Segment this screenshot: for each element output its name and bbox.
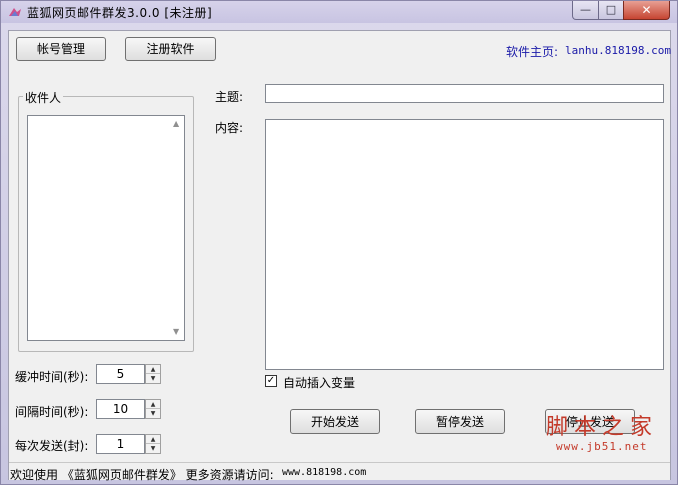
pause-send-button[interactable]: 暂停发送: [415, 409, 505, 434]
recipient-list-scrollbar[interactable]: ▲ ▼: [169, 116, 184, 340]
homepage-link[interactable]: lanhu.818198.com: [565, 44, 671, 57]
scroll-down-icon[interactable]: ▼: [173, 327, 179, 336]
maximize-button[interactable]: □: [598, 1, 624, 20]
interval-time-label: 间隔时间(秒):: [15, 405, 89, 419]
window-title: 蓝狐网页邮件群发3.0.0 [未注册]: [27, 6, 213, 20]
chevron-down-icon[interactable]: ▼: [146, 409, 160, 418]
per-send-label: 每次发送(封):: [15, 439, 89, 453]
chevron-down-icon[interactable]: ▼: [146, 374, 160, 383]
recipient-list[interactable]: ▲ ▼: [27, 115, 185, 341]
buffer-time-stepper[interactable]: 5 ▲ ▼: [96, 364, 161, 384]
chevron-up-icon[interactable]: ▲: [146, 365, 160, 374]
interval-time-value[interactable]: 10: [96, 399, 145, 419]
app-icon: [9, 8, 21, 16]
chevron-down-icon[interactable]: ▼: [146, 444, 160, 453]
per-send-stepper[interactable]: 1 ▲ ▼: [96, 434, 161, 454]
checkmark-icon[interactable]: ✓: [265, 375, 277, 387]
buffer-time-label: 缓冲时间(秒):: [15, 370, 89, 384]
status-text: 欢迎使用 《蓝狐网页邮件群发》 更多资源请访问:: [10, 468, 274, 482]
content-textarea[interactable]: [265, 119, 664, 370]
chevron-up-icon[interactable]: ▲: [146, 400, 160, 409]
watermark-text: 脚本之家: [546, 415, 659, 440]
status-bar: 欢迎使用 《蓝狐网页邮件群发》 更多资源请访问: www.818198.com: [9, 462, 670, 482]
register-software-button[interactable]: 注册软件: [125, 37, 216, 61]
per-send-value[interactable]: 1: [96, 434, 145, 454]
scroll-up-icon[interactable]: ▲: [173, 119, 179, 128]
homepage-label: 软件主页:: [506, 45, 559, 59]
recipients-label: 收件人: [23, 89, 64, 106]
chevron-up-icon[interactable]: ▲: [146, 435, 160, 444]
interval-time-stepper[interactable]: 10 ▲ ▼: [96, 399, 161, 419]
watermark-url: www.jb51.net: [556, 440, 648, 453]
title-bar[interactable]: 蓝狐网页邮件群发3.0.0 [未注册] — □ ✕: [1, 1, 677, 23]
subject-input[interactable]: [265, 84, 664, 103]
content-label: 内容:: [215, 121, 244, 135]
auto-insert-variable-label: 自动插入变量: [283, 376, 356, 390]
account-management-button[interactable]: 帐号管理: [16, 37, 106, 61]
minimize-button[interactable]: —: [572, 1, 599, 20]
close-button[interactable]: ✕: [623, 1, 670, 20]
app-window: 蓝狐网页邮件群发3.0.0 [未注册] — □ ✕ 帐号管理 注册软件 软件主页…: [0, 0, 678, 485]
buffer-time-value[interactable]: 5: [96, 364, 145, 384]
start-send-button[interactable]: 开始发送: [290, 409, 380, 434]
subject-label: 主题:: [215, 90, 244, 104]
status-url[interactable]: www.818198.com: [282, 467, 366, 478]
